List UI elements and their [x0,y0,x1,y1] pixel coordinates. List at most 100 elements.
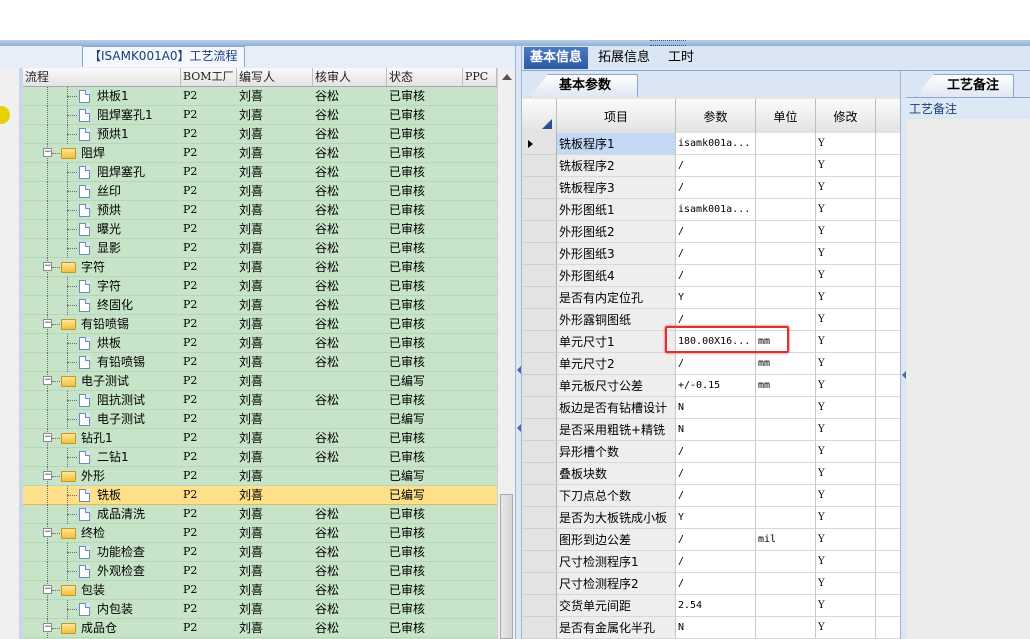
param-unit-cell[interactable] [756,573,816,595]
param-unit-cell[interactable] [756,441,816,463]
tab-extended-info[interactable]: 拓展信息 [592,47,656,69]
collapse-toggle-icon[interactable]: − [43,471,52,480]
memo-textarea[interactable] [906,119,1030,639]
row-indicator[interactable] [522,353,557,375]
scroll-up-icon[interactable] [502,74,512,80]
param-unit-cell[interactable]: mil [756,529,816,551]
tree-row[interactable]: 烘板 P2 刘喜 谷松 已审核 [23,334,497,353]
row-indicator[interactable] [522,441,557,463]
param-modify-cell[interactable]: Y [816,353,876,375]
tree-row[interactable]: 终固化 P2 刘喜 谷松 已审核 [23,296,497,315]
tree-row[interactable]: 丝印 P2 刘喜 谷松 已审核 [23,182,497,201]
row-indicator[interactable] [522,265,557,287]
param-row[interactable]: 尺寸检测程序2/ Y [522,573,900,595]
tree-row[interactable]: − 外形 P2 刘喜 已编写 [23,467,497,486]
param-row[interactable]: 外形图纸1 isamk001a... Y [522,199,900,221]
param-modify-cell[interactable]: Y [816,375,876,397]
param-modify-cell[interactable]: Y [816,177,876,199]
tree-row[interactable]: 曝光 P2 刘喜 谷松 已审核 [23,220,497,239]
param-modify-cell[interactable]: Y [816,199,876,221]
param-row[interactable]: 交货单元间距 2.54 Y [522,595,900,617]
col-header-bom[interactable]: BOM工厂 [181,68,237,86]
collapse-left-icon[interactable] [517,366,521,374]
tree-row[interactable]: − 钻孔1 P2 刘喜 谷松 已审核 [23,429,497,448]
param-row[interactable]: 板边是否有钻槽设计 N Y [522,397,900,419]
tab-process-memo[interactable]: 工艺备注 [916,74,1015,97]
row-indicator[interactable] [522,309,557,331]
param-row[interactable]: 是否采用粗铣+精铣 N Y [522,419,900,441]
tab-basic-params[interactable]: 基本参数 [530,74,639,97]
param-unit-cell[interactable] [756,551,816,573]
param-unit-cell[interactable] [756,287,816,309]
param-value-cell[interactable]: Y [676,507,756,529]
tree-row[interactable]: − 有铅喷锡 P2 刘喜 谷松 已审核 [23,315,497,334]
row-indicator[interactable] [522,221,557,243]
param-modify-cell[interactable]: Y [816,419,876,441]
row-indicator[interactable] [522,375,557,397]
param-modify-cell[interactable]: Y [816,287,876,309]
param-row[interactable]: 外形图纸3/ Y [522,243,900,265]
param-value-cell[interactable]: +/-0.15 [676,375,756,397]
tree-row[interactable]: − 字符 P2 刘喜 谷松 已审核 [23,258,497,277]
param-modify-cell[interactable]: Y [816,155,876,177]
row-indicator[interactable] [522,199,557,221]
param-value-cell[interactable]: 2.54 [676,595,756,617]
param-unit-cell[interactable] [756,155,816,177]
tree-row[interactable]: 阻焊塞孔1 P2 刘喜 谷松 已审核 [23,106,497,125]
param-row[interactable]: 外形图纸4/ Y [522,265,900,287]
row-indicator[interactable] [522,507,557,529]
col-header-modify[interactable]: 修改 [816,99,876,133]
tree-row[interactable]: − 终检 P2 刘喜 谷松 已审核 [23,524,497,543]
collapse-toggle-icon[interactable]: − [43,376,52,385]
tree-row[interactable]: − 电子测试 P2 刘喜 已编写 [23,372,497,391]
param-unit-cell[interactable]: mm [756,375,816,397]
col-header-flow[interactable]: 流程 [23,68,181,86]
row-indicator[interactable] [522,573,557,595]
param-unit-cell[interactable] [756,177,816,199]
param-unit-cell[interactable] [756,463,816,485]
collapse-toggle-icon[interactable]: − [43,262,52,271]
param-unit-cell[interactable]: mm [756,353,816,375]
tree-row[interactable]: − 包装 P2 刘喜 谷松 已审核 [23,581,497,600]
param-unit-cell[interactable] [756,507,816,529]
param-modify-cell[interactable]: Y [816,397,876,419]
param-modify-cell[interactable]: Y [816,529,876,551]
param-row[interactable]: 铣板程序3/ Y [522,177,900,199]
col-header-param[interactable]: 参数 [676,99,756,133]
tree-row[interactable]: 字符 P2 刘喜 谷松 已审核 [23,277,497,296]
row-indicator[interactable] [522,595,557,617]
row-indicator[interactable] [522,243,557,265]
param-row[interactable]: 是否为大板铣成小板 Y Y [522,507,900,529]
row-indicator[interactable] [522,155,557,177]
param-value-cell[interactable]: / [676,155,756,177]
tree-row[interactable]: − 成品仓 P2 刘喜 谷松 已审核 [23,619,497,638]
row-indicator[interactable] [522,177,557,199]
param-row[interactable]: 异形槽个数 / Y [522,441,900,463]
col-header-writer[interactable]: 编写人 [237,68,313,86]
param-value-cell[interactable]: / [676,441,756,463]
param-row[interactable]: 叠板块数 / Y [522,463,900,485]
param-modify-cell[interactable]: Y [816,309,876,331]
param-unit-cell[interactable] [756,199,816,221]
param-unit-cell[interactable] [756,397,816,419]
param-unit-cell[interactable] [756,617,816,639]
param-modify-cell[interactable]: Y [816,133,876,155]
collapse-left-icon-2[interactable] [517,424,521,432]
param-value-cell[interactable]: isamk001a... [676,133,756,155]
tree-row[interactable]: 显影 P2 刘喜 谷松 已审核 [23,239,497,258]
param-modify-cell[interactable]: Y [816,573,876,595]
row-indicator[interactable] [522,331,557,353]
param-unit-cell[interactable] [756,485,816,507]
param-value-cell[interactable]: / [676,265,756,287]
param-value-cell[interactable]: / [676,243,756,265]
collapse-toggle-icon[interactable]: − [43,319,52,328]
param-unit-cell[interactable] [756,221,816,243]
param-value-cell[interactable]: Y [676,287,756,309]
col-header-status[interactable]: 状态 [387,68,463,86]
param-row[interactable]: 铣板程序2/ Y [522,155,900,177]
param-value-cell[interactable]: / [676,221,756,243]
param-value-cell[interactable]: / [676,573,756,595]
param-value-cell[interactable]: N [676,397,756,419]
tab-basic-info[interactable]: 基本信息 [524,47,589,69]
param-row[interactable]: 尺寸检测程序1/ Y [522,551,900,573]
